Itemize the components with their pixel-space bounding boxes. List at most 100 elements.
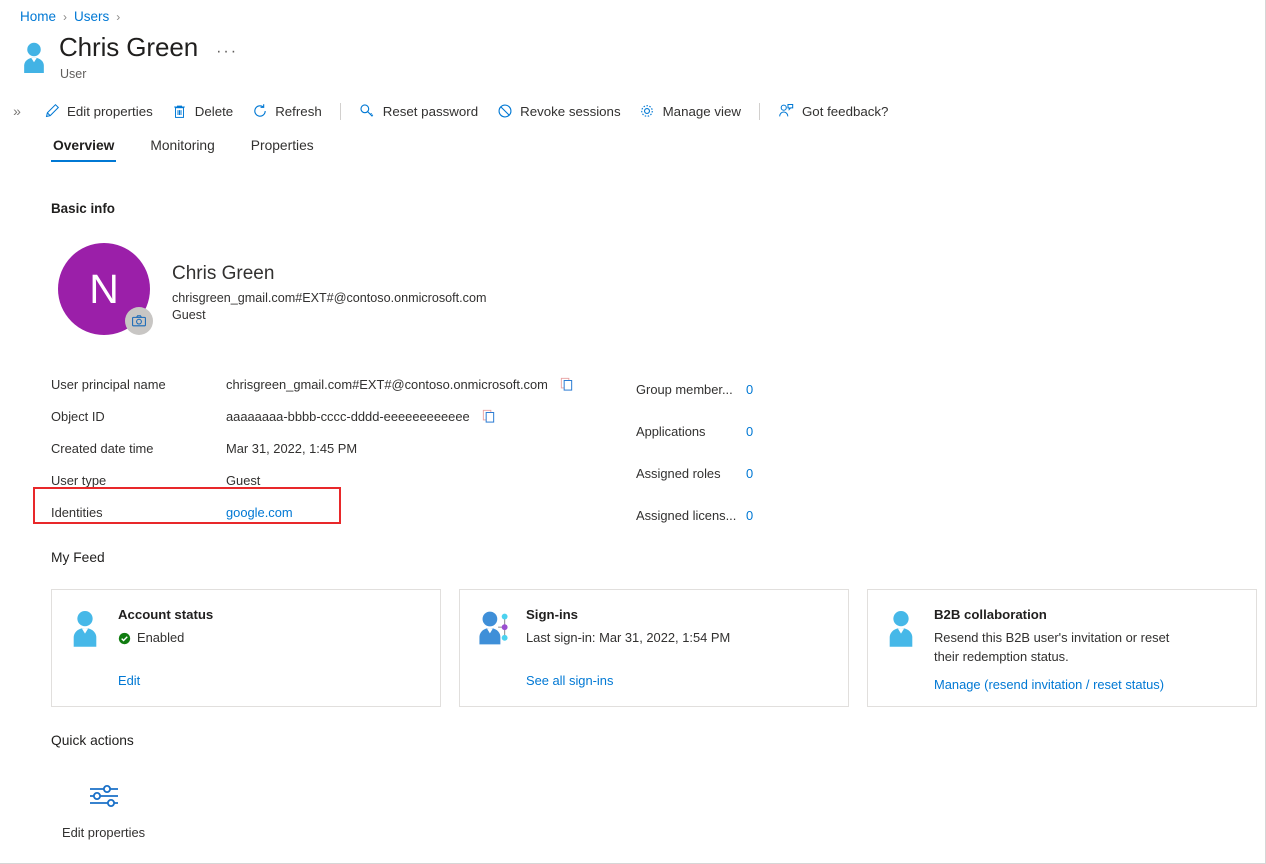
edit-properties-label: Edit properties — [67, 103, 153, 119]
manage-view-button[interactable]: Manage view — [630, 96, 750, 126]
property-value: Guest — [226, 472, 261, 488]
tab-bar: Overview Monitoring Properties — [51, 138, 348, 162]
copy-icon[interactable] — [560, 377, 575, 392]
tab-monitoring[interactable]: Monitoring — [148, 138, 216, 162]
basic-info-heading: Basic info — [51, 201, 115, 216]
avatar-initial: N — [89, 265, 119, 312]
card-b2b-collaboration: B2B collaboration Resend this B2B user's… — [867, 589, 1257, 707]
property-key: Created date time — [51, 440, 154, 456]
more-options-button[interactable]: ··· — [216, 43, 238, 60]
card-sign-ins: Sign-ins Last sign-in: Mar 31, 2022, 1:5… — [459, 589, 849, 707]
manage-view-label: Manage view — [662, 103, 741, 119]
reset-password-button[interactable]: Reset password — [350, 96, 487, 126]
property-key: Object ID — [51, 408, 105, 424]
property-value-link[interactable]: 0 — [746, 466, 753, 481]
card-link-see-all-sign-ins[interactable]: See all sign-ins — [526, 673, 613, 688]
user-identity-block: N Chris Green chrisgreen_gmail.com#EXT#@… — [58, 243, 486, 335]
quick-action-edit-properties[interactable]: Edit properties — [62, 779, 145, 840]
property-key: Assigned licens... — [636, 507, 737, 523]
property-value: aaaaaaaa-bbbb-cccc-dddd-eeeeeeeeeeee — [226, 408, 470, 424]
breadcrumb: Home › Users › — [20, 9, 127, 24]
revoke-sessions-label: Revoke sessions — [520, 103, 621, 119]
person-icon — [884, 607, 920, 706]
property-row-assigned-roles: Assigned roles 0 — [636, 452, 753, 494]
property-row-user-type: User type Guest — [51, 464, 575, 496]
copy-icon[interactable] — [482, 409, 497, 424]
property-value: chrisgreen_gmail.com#EXT#@contoso.onmicr… — [226, 376, 548, 392]
identity-upn: chrisgreen_gmail.com#EXT#@contoso.onmicr… — [172, 291, 487, 305]
card-subtitle: Last sign-in: Mar 31, 2022, 1:54 PM — [526, 630, 731, 645]
camera-icon[interactable] — [125, 307, 153, 335]
property-row-created-date: Created date time Mar 31, 2022, 1:45 PM — [51, 432, 575, 464]
card-status: Enabled — [118, 629, 213, 648]
property-value-link[interactable]: 0 — [746, 382, 753, 397]
feed-card-list: Account status Enabled Edit Sign-ins Las… — [51, 589, 1257, 707]
card-title: B2B collaboration — [934, 607, 1047, 622]
command-separator — [758, 102, 760, 120]
card-status-label: Enabled — [137, 630, 185, 645]
tab-overview[interactable]: Overview — [51, 138, 117, 162]
property-key: Identities — [51, 504, 103, 520]
property-value-link[interactable]: 0 — [746, 508, 753, 523]
command-bar: » Edit properties Delete Refresh Reset p… — [0, 96, 1258, 126]
card-link-manage-b2b[interactable]: Manage (resend invitation / reset status… — [934, 677, 1164, 692]
refresh-icon — [251, 103, 268, 120]
breadcrumb-item-home[interactable]: Home — [20, 9, 56, 24]
block-icon — [496, 103, 513, 120]
feedback-icon — [778, 103, 795, 120]
revoke-sessions-button[interactable]: Revoke sessions — [487, 96, 630, 126]
card-link-edit[interactable]: Edit — [118, 673, 140, 688]
property-row-object-id: Object ID aaaaaaaa-bbbb-cccc-dddd-eeeeee… — [51, 400, 575, 432]
page-subtitle: User — [60, 66, 87, 81]
properties-right-column: Group member... 0 Applications 0 Assigne… — [636, 368, 753, 536]
edit-properties-button[interactable]: Edit properties — [34, 96, 162, 126]
identities-link[interactable]: google.com — [226, 505, 293, 520]
breadcrumb-item-users[interactable]: Users — [74, 9, 109, 24]
identity-user-type: Guest — [172, 308, 206, 322]
user-icon — [19, 40, 49, 74]
key-icon — [359, 103, 376, 120]
expand-menu-icon[interactable]: » — [0, 103, 34, 119]
property-key: User type — [51, 472, 107, 488]
refresh-button[interactable]: Refresh — [242, 96, 331, 126]
properties-left-column: User principal name chrisgreen_gmail.com… — [51, 368, 575, 528]
page-header: Chris Green ··· User — [19, 33, 238, 81]
gear-icon — [639, 103, 656, 120]
property-key: User principal name — [51, 376, 166, 392]
property-value-link[interactable]: 0 — [746, 424, 753, 439]
property-row-applications: Applications 0 — [636, 410, 753, 452]
tab-properties-label: Properties — [250, 138, 314, 153]
card-account-status: Account status Enabled Edit — [51, 589, 441, 707]
tab-monitoring-label: Monitoring — [150, 138, 215, 153]
breadcrumb-chevron-icon: › — [116, 9, 121, 24]
tab-properties[interactable]: Properties — [249, 138, 316, 162]
tab-overview-label: Overview — [53, 138, 115, 153]
property-row-group-memberships: Group member... 0 — [636, 368, 753, 410]
card-title: Sign-ins — [526, 607, 579, 622]
property-value: Mar 31, 2022, 1:45 PM — [226, 440, 358, 456]
card-title: Account status — [118, 607, 214, 622]
avatar-wrapper: N — [58, 243, 153, 335]
check-circle-icon — [118, 632, 131, 645]
property-key: Assigned roles — [636, 465, 721, 481]
breadcrumb-chevron-icon: › — [63, 9, 68, 24]
command-separator — [339, 102, 341, 120]
property-row-upn: User principal name chrisgreen_gmail.com… — [51, 368, 575, 400]
property-key: Applications — [636, 423, 706, 439]
quick-action-label: Edit properties — [62, 825, 146, 840]
trash-icon — [171, 103, 188, 120]
got-feedback-button[interactable]: Got feedback? — [769, 96, 898, 126]
property-key: Group member... — [636, 381, 733, 397]
property-row-identities: Identities google.com — [51, 496, 575, 528]
quick-actions-heading: Quick actions — [51, 733, 134, 748]
my-feed-heading: My Feed — [51, 550, 105, 565]
sliders-icon — [88, 779, 120, 813]
got-feedback-label: Got feedback? — [801, 103, 889, 119]
identity-name: Chris Green — [172, 263, 275, 284]
delete-label: Delete — [194, 103, 234, 119]
property-row-assigned-licenses: Assigned licens... 0 — [636, 494, 753, 536]
identity-text: Chris Green chrisgreen_gmail.com#EXT#@co… — [172, 243, 486, 322]
user-overview-page: Home › Users › Chris Green ··· User » Ed… — [0, 0, 1266, 864]
delete-button[interactable]: Delete — [162, 96, 242, 126]
card-subtitle: Resend this B2B user's invitation or res… — [934, 630, 1170, 664]
